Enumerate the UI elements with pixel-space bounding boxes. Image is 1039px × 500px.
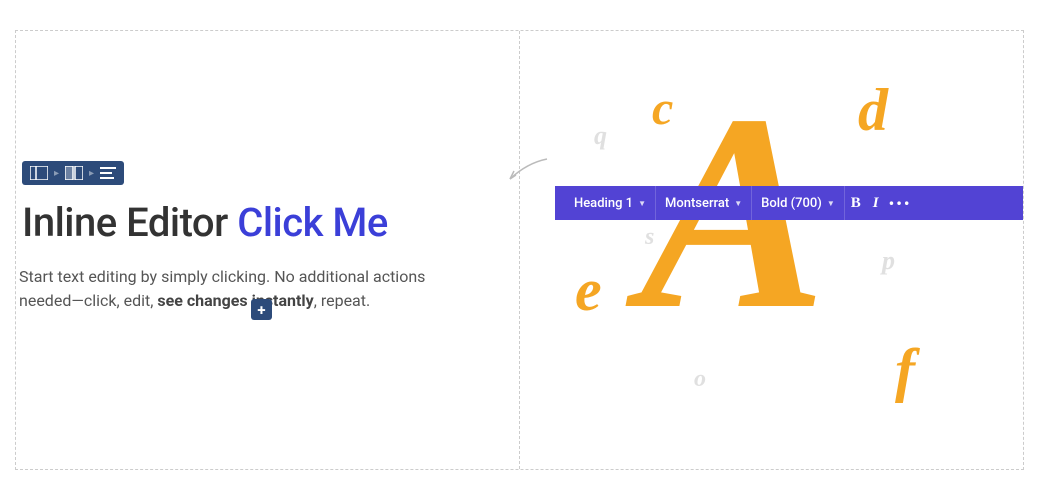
arrow-icon bbox=[502, 151, 552, 191]
row-icon bbox=[65, 166, 83, 180]
letter-o: o bbox=[694, 366, 706, 393]
chevron-down-icon: ▼ bbox=[734, 199, 742, 208]
editable-heading[interactable]: Inline Editor Click Me bbox=[22, 199, 388, 246]
font-family-dropdown[interactable]: Montserrat▼ bbox=[656, 186, 752, 220]
section-icon bbox=[30, 166, 48, 180]
chevron-down-icon: ▼ bbox=[827, 199, 835, 208]
letter-q: q bbox=[594, 121, 607, 151]
letter-e: e bbox=[575, 256, 602, 325]
letter-s: s bbox=[645, 224, 654, 251]
editor-panel: ▸ ▸ Inline Editor Click Me Start text ed… bbox=[16, 31, 520, 469]
chevron-right-icon: ▸ bbox=[89, 168, 94, 179]
add-module-button[interactable]: + bbox=[251, 299, 272, 320]
letter-f: f bbox=[895, 336, 915, 405]
heading-link[interactable]: Click Me bbox=[237, 199, 388, 246]
bold-button[interactable]: B bbox=[845, 186, 867, 220]
preview-panel: A c d e f q s p o Heading 1▼ Montserrat▼… bbox=[520, 31, 1023, 469]
chevron-down-icon: ▼ bbox=[638, 199, 646, 208]
letter-p: p bbox=[882, 246, 895, 276]
chevron-right-icon: ▸ bbox=[54, 168, 59, 179]
breadcrumb[interactable]: ▸ ▸ bbox=[22, 161, 124, 185]
heading-style-dropdown[interactable]: Heading 1▼ bbox=[565, 186, 656, 220]
more-options-button[interactable]: ••• bbox=[885, 186, 916, 220]
italic-button[interactable]: I bbox=[867, 186, 885, 220]
letter-c: c bbox=[652, 81, 673, 136]
editable-paragraph[interactable]: Start text editing by simply clicking. N… bbox=[19, 265, 479, 313]
text-module-icon bbox=[100, 167, 116, 179]
font-weight-dropdown[interactable]: Bold (700)▼ bbox=[752, 186, 845, 220]
heading-text: Inline Editor bbox=[22, 199, 237, 246]
letter-d: d bbox=[858, 76, 888, 145]
format-toolbar: Heading 1▼ Montserrat▼ Bold (700)▼ B I •… bbox=[555, 186, 1023, 220]
